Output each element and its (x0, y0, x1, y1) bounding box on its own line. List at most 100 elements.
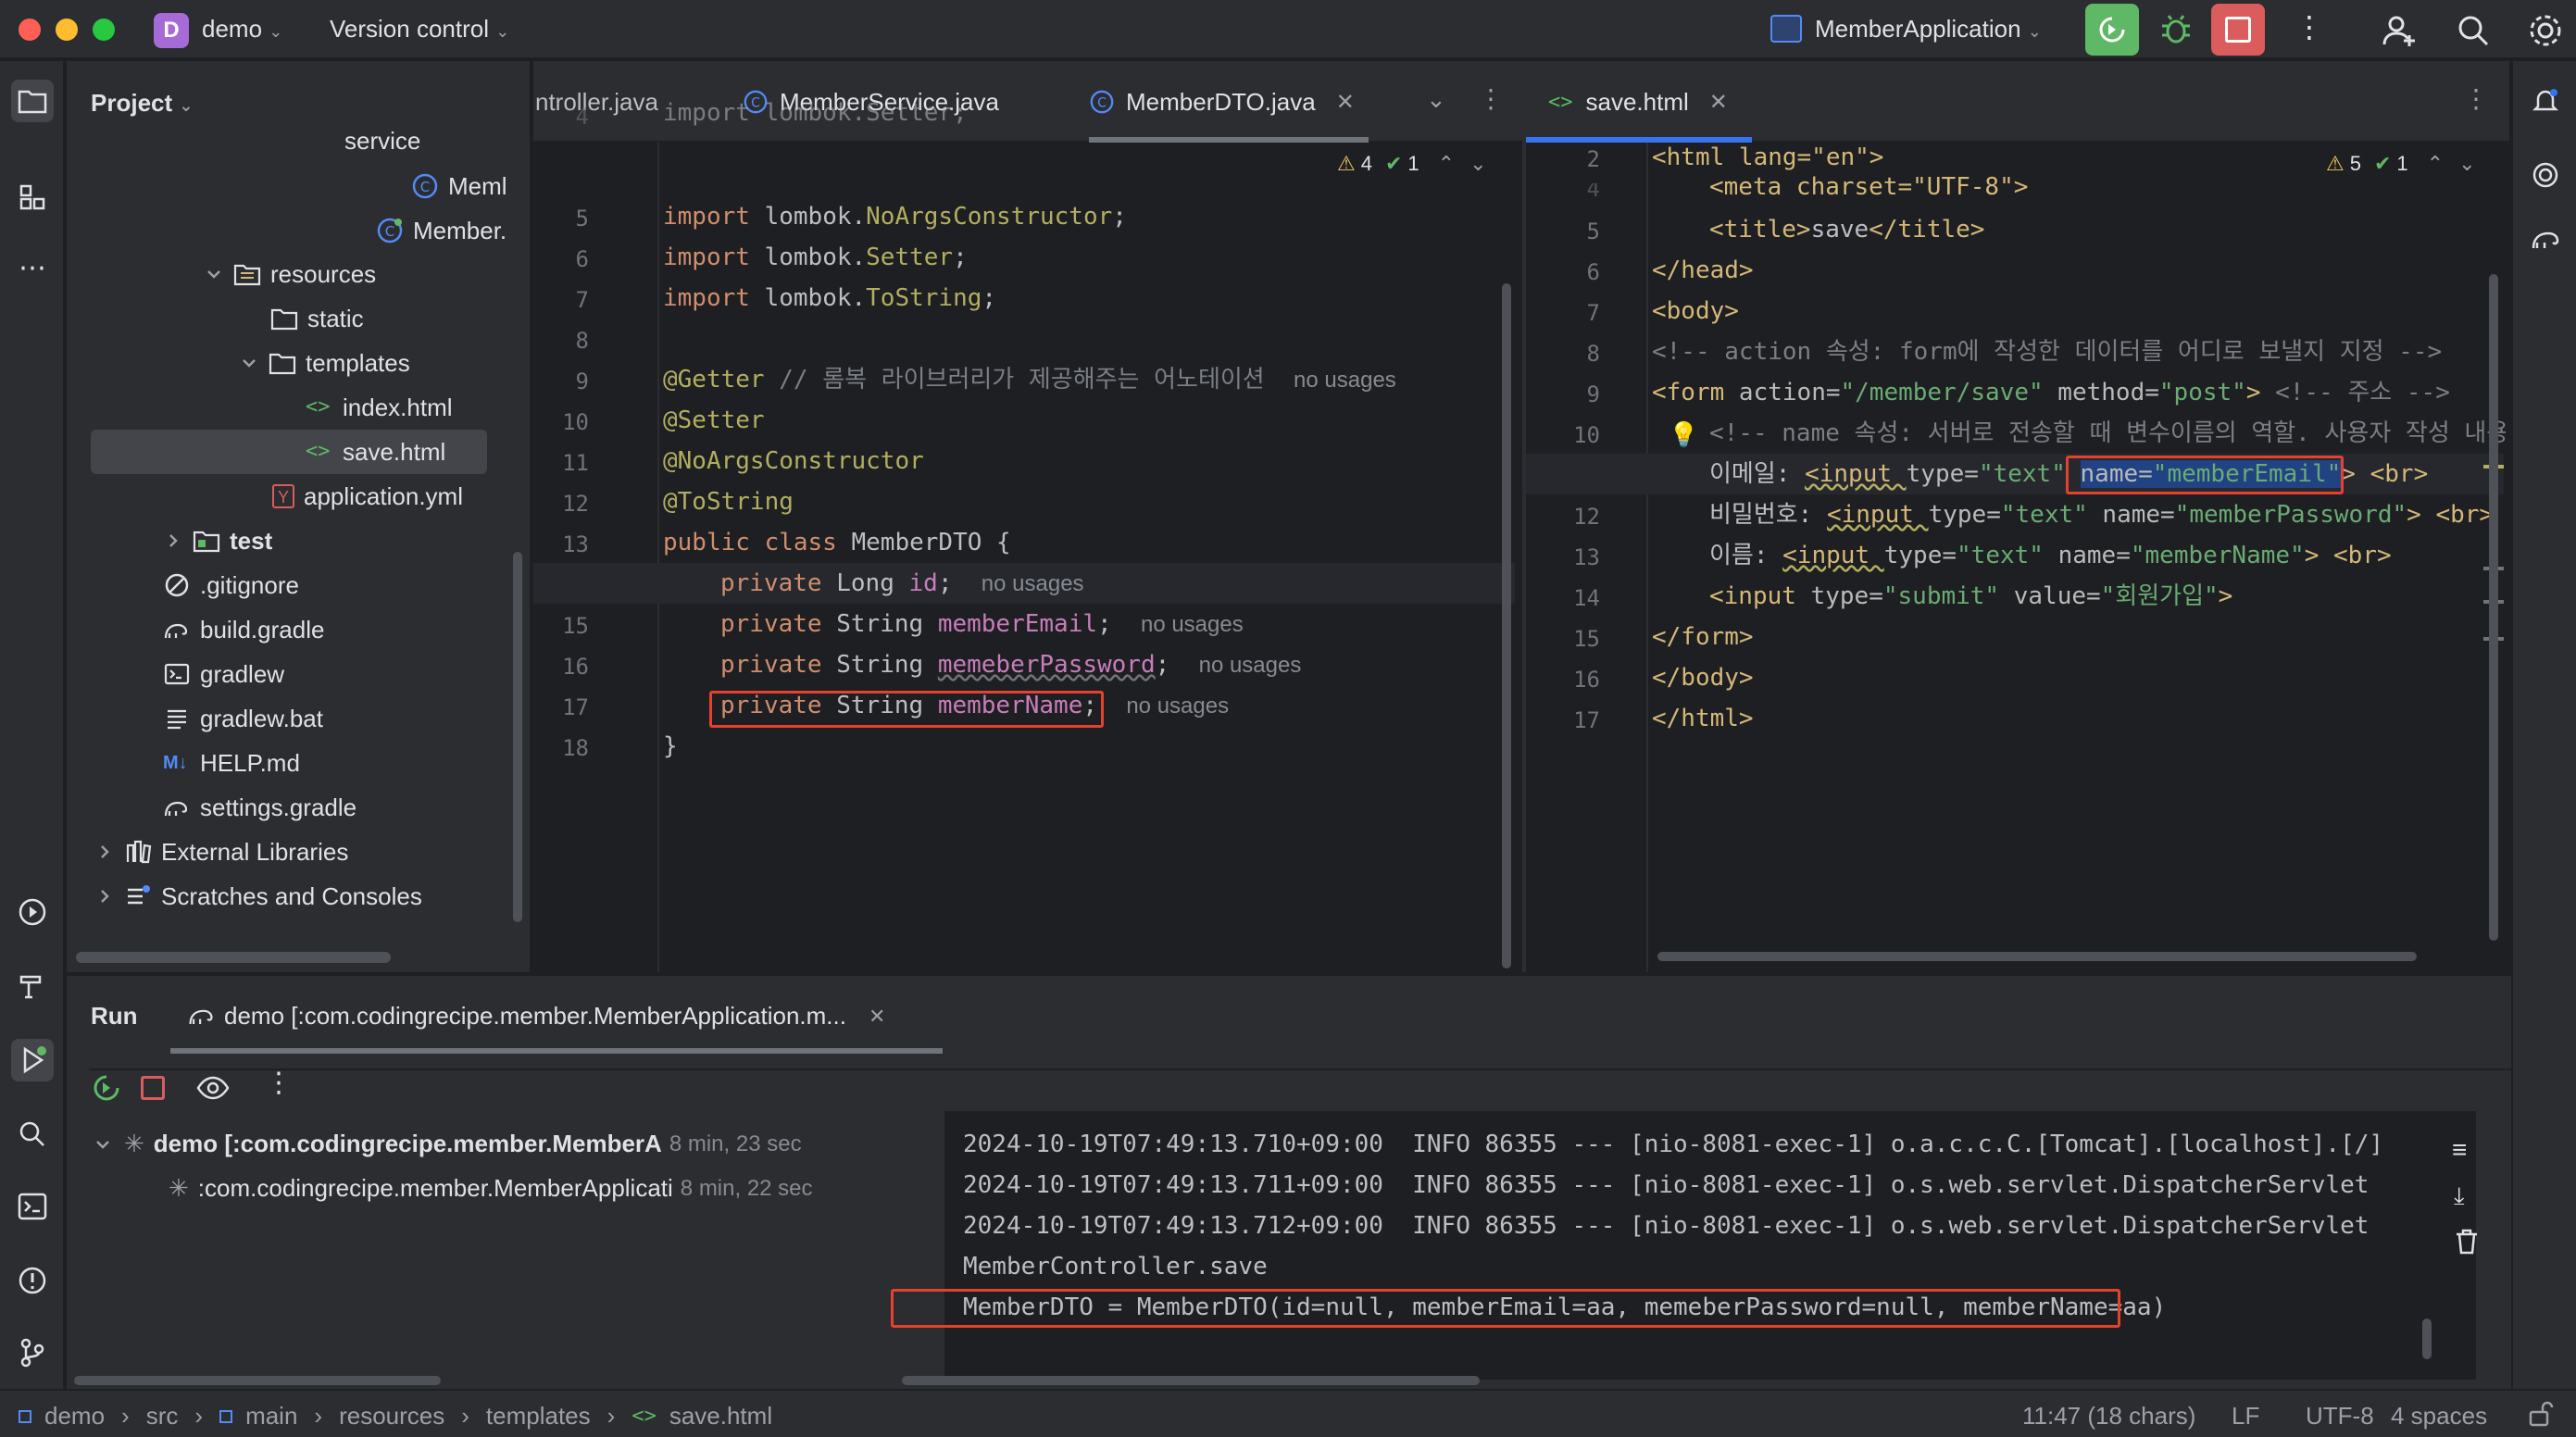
tab-save-html[interactable]: <> save.html ✕ (1548, 61, 1728, 143)
maximize-window-button[interactable] (93, 19, 115, 41)
structure-tool-button[interactable] (11, 176, 54, 219)
search-button[interactable] (2456, 13, 2491, 48)
breadcrumb-item[interactable]: templates (486, 1402, 591, 1431)
clear-console-button[interactable] (2454, 1228, 2480, 1256)
stop-button[interactable] (141, 1076, 165, 1100)
tree-item-templates[interactable]: templates (239, 341, 410, 385)
console-vertical-scrollbar[interactable] (2422, 1318, 2432, 1359)
read-only-toggle[interactable] (2526, 1400, 2554, 1428)
debug-button[interactable] (2157, 11, 2195, 48)
next-highlight-icon[interactable]: ⌄ (1469, 152, 1486, 176)
inspection-widget[interactable]: ⚠ 5 ✔ 1 ⌃ ⌄ (2326, 152, 2476, 176)
java-editor-vertical-scrollbar[interactable] (1502, 283, 1511, 968)
file-encoding[interactable]: UTF-8 (2306, 1402, 2374, 1431)
breadcrumb-item[interactable]: src (146, 1402, 179, 1431)
close-window-button[interactable] (19, 19, 41, 41)
services-tool-button[interactable] (11, 891, 54, 933)
tree-item-application-class[interactable]: C Member. (376, 208, 506, 253)
ai-assistant-button[interactable] (2524, 154, 2567, 196)
project-panel-header[interactable]: Project ⌄ (91, 89, 193, 118)
tree-item-external-libraries[interactable]: External Libraries (94, 830, 348, 874)
run-tree-child[interactable]: ✳ :com.codingrecipe.member.MemberApplica… (169, 1174, 813, 1203)
terminal-tool-button[interactable] (11, 1185, 54, 1228)
project-tool-button[interactable] (11, 80, 54, 122)
tree-item-gradlew-bat[interactable]: gradlew.bat (163, 696, 323, 741)
gradle-tool-button[interactable] (2524, 219, 2567, 261)
tree-item-help-md[interactable]: M↓ HELP.md (163, 741, 300, 785)
settings-button[interactable] (2528, 13, 2563, 48)
run-config-selector[interactable]: MemberApplication ⌄ (1815, 15, 2042, 44)
project-horizontal-scrollbar[interactable] (76, 952, 391, 963)
tree-item-gradlew[interactable]: gradlew (163, 652, 284, 696)
tree-item-test[interactable]: test (163, 519, 272, 563)
close-tab-icon[interactable]: ✕ (1336, 89, 1355, 116)
notifications-button[interactable] (2524, 80, 2567, 122)
lightbulb-icon[interactable]: 💡 (1669, 420, 1698, 449)
more-actions-icon[interactable]: ⋮ (265, 1067, 293, 1099)
html-line-10: <!-- name 속성: 서버로 전송할 때 변수이름의 역할. 사용자 작성… (1709, 419, 2506, 447)
soft-wrap-icon[interactable]: ≡ (2452, 1135, 2467, 1165)
tree-item-resources[interactable]: resources (204, 252, 376, 296)
more-tools-icon[interactable]: ⋯ (11, 246, 54, 289)
more-actions-icon[interactable]: ⋮ (2295, 9, 2324, 44)
tab-more-icon[interactable]: ⋮ (2463, 83, 2489, 114)
close-tab-icon[interactable]: ✕ (1709, 89, 1728, 116)
tab-member-dto[interactable]: C MemberDTO.java ✕ (1089, 61, 1355, 143)
code-with-me-button[interactable] (2382, 13, 2417, 48)
caret-position[interactable]: 11:47 (18 chars) (2022, 1402, 2195, 1431)
tab-controller[interactable]: ntroller.java (535, 61, 658, 143)
line-number: 9 (1586, 381, 1600, 407)
run-tree-scrollbar[interactable] (74, 1376, 441, 1385)
tree-item-build-gradle[interactable]: build.gradle (163, 607, 324, 652)
tree-item-application-yml[interactable]: Y application.yml (272, 474, 463, 519)
breadcrumb-item[interactable]: demo (44, 1402, 105, 1431)
line-number: 4 (1586, 176, 1600, 202)
html-line-9: <form action="/member/save" method="post… (1652, 379, 2450, 406)
rerun-button[interactable] (2085, 4, 2139, 56)
line-number: 16 (562, 654, 589, 680)
tree-item-gitignore[interactable]: .gitignore (163, 563, 299, 607)
project-vertical-scrollbar[interactable] (513, 552, 522, 922)
stop-button[interactable] (2211, 4, 2265, 56)
next-highlight-icon[interactable]: ⌄ (2458, 152, 2475, 176)
inspection-widget[interactable]: ⚠ 4 ✔ 1 ⌃ ⌄ (1337, 152, 1487, 176)
breadcrumb-item[interactable]: save.html (669, 1402, 772, 1431)
breadcrumb-item[interactable]: main (245, 1402, 297, 1431)
git-tool-button[interactable] (11, 1331, 54, 1374)
previous-highlight-icon[interactable]: ⌃ (1438, 152, 1455, 176)
show-button[interactable] (196, 1072, 230, 1104)
breadcrumb-item[interactable]: resources (339, 1402, 444, 1431)
indent-setting[interactable]: 4 spaces (2391, 1402, 2487, 1431)
vcs-menu[interactable]: Version control ⌄ (330, 15, 509, 44)
previous-highlight-icon[interactable]: ⌃ (2427, 152, 2444, 176)
console-horizontal-scrollbar[interactable] (902, 1376, 1480, 1385)
html-editor-horizontal-scrollbar[interactable] (1657, 952, 2417, 961)
project-avatar[interactable]: D (154, 13, 189, 48)
line-number: 12 (1573, 504, 1600, 530)
run-panel-title: Run (91, 1002, 138, 1030)
close-tab-icon[interactable]: ✕ (869, 1005, 885, 1029)
build-tool-button[interactable] (11, 965, 54, 1007)
project-switcher[interactable]: demo ⌄ (202, 15, 282, 44)
run-tree-root[interactable]: ✳ demo [:com.codingrecipe.member.MemberA… (93, 1130, 802, 1158)
find-tool-button[interactable] (11, 1113, 54, 1156)
rerun-button[interactable] (91, 1072, 122, 1104)
problems-tool-button[interactable] (11, 1259, 54, 1302)
run-tool-button[interactable] (11, 1039, 54, 1081)
html-editor: <> save.html ✕ ⋮ 2 4 5 6 7 8 9 10 11 12 … (1526, 61, 2509, 972)
tab-list-chevron-icon[interactable]: ⌄ (1426, 85, 1446, 114)
tree-item-save-html[interactable]: <> save.html (306, 430, 445, 474)
trash-icon (2457, 1229, 2477, 1255)
tab-more-icon[interactable]: ⋮ (1478, 83, 1504, 114)
tree-item-class[interactable]: C Meml (411, 164, 507, 208)
right-tool-strip (2511, 61, 2576, 1389)
line-ending[interactable]: LF (2232, 1402, 2259, 1431)
html-editor-vertical-scrollbar[interactable] (2489, 274, 2498, 941)
tree-item-settings-gradle[interactable]: settings.gradle (163, 785, 356, 830)
tree-item-index-html[interactable]: <> index.html (306, 385, 453, 430)
scroll-to-end-icon[interactable]: ⤓ (2454, 1181, 2465, 1211)
minimize-window-button[interactable] (56, 19, 78, 41)
tree-item-static[interactable]: static (270, 296, 364, 341)
tree-item-scratches[interactable]: Scratches and Consoles (94, 874, 422, 918)
run-tab[interactable]: demo [:com.codingrecipe.member.MemberApp… (187, 1002, 885, 1031)
